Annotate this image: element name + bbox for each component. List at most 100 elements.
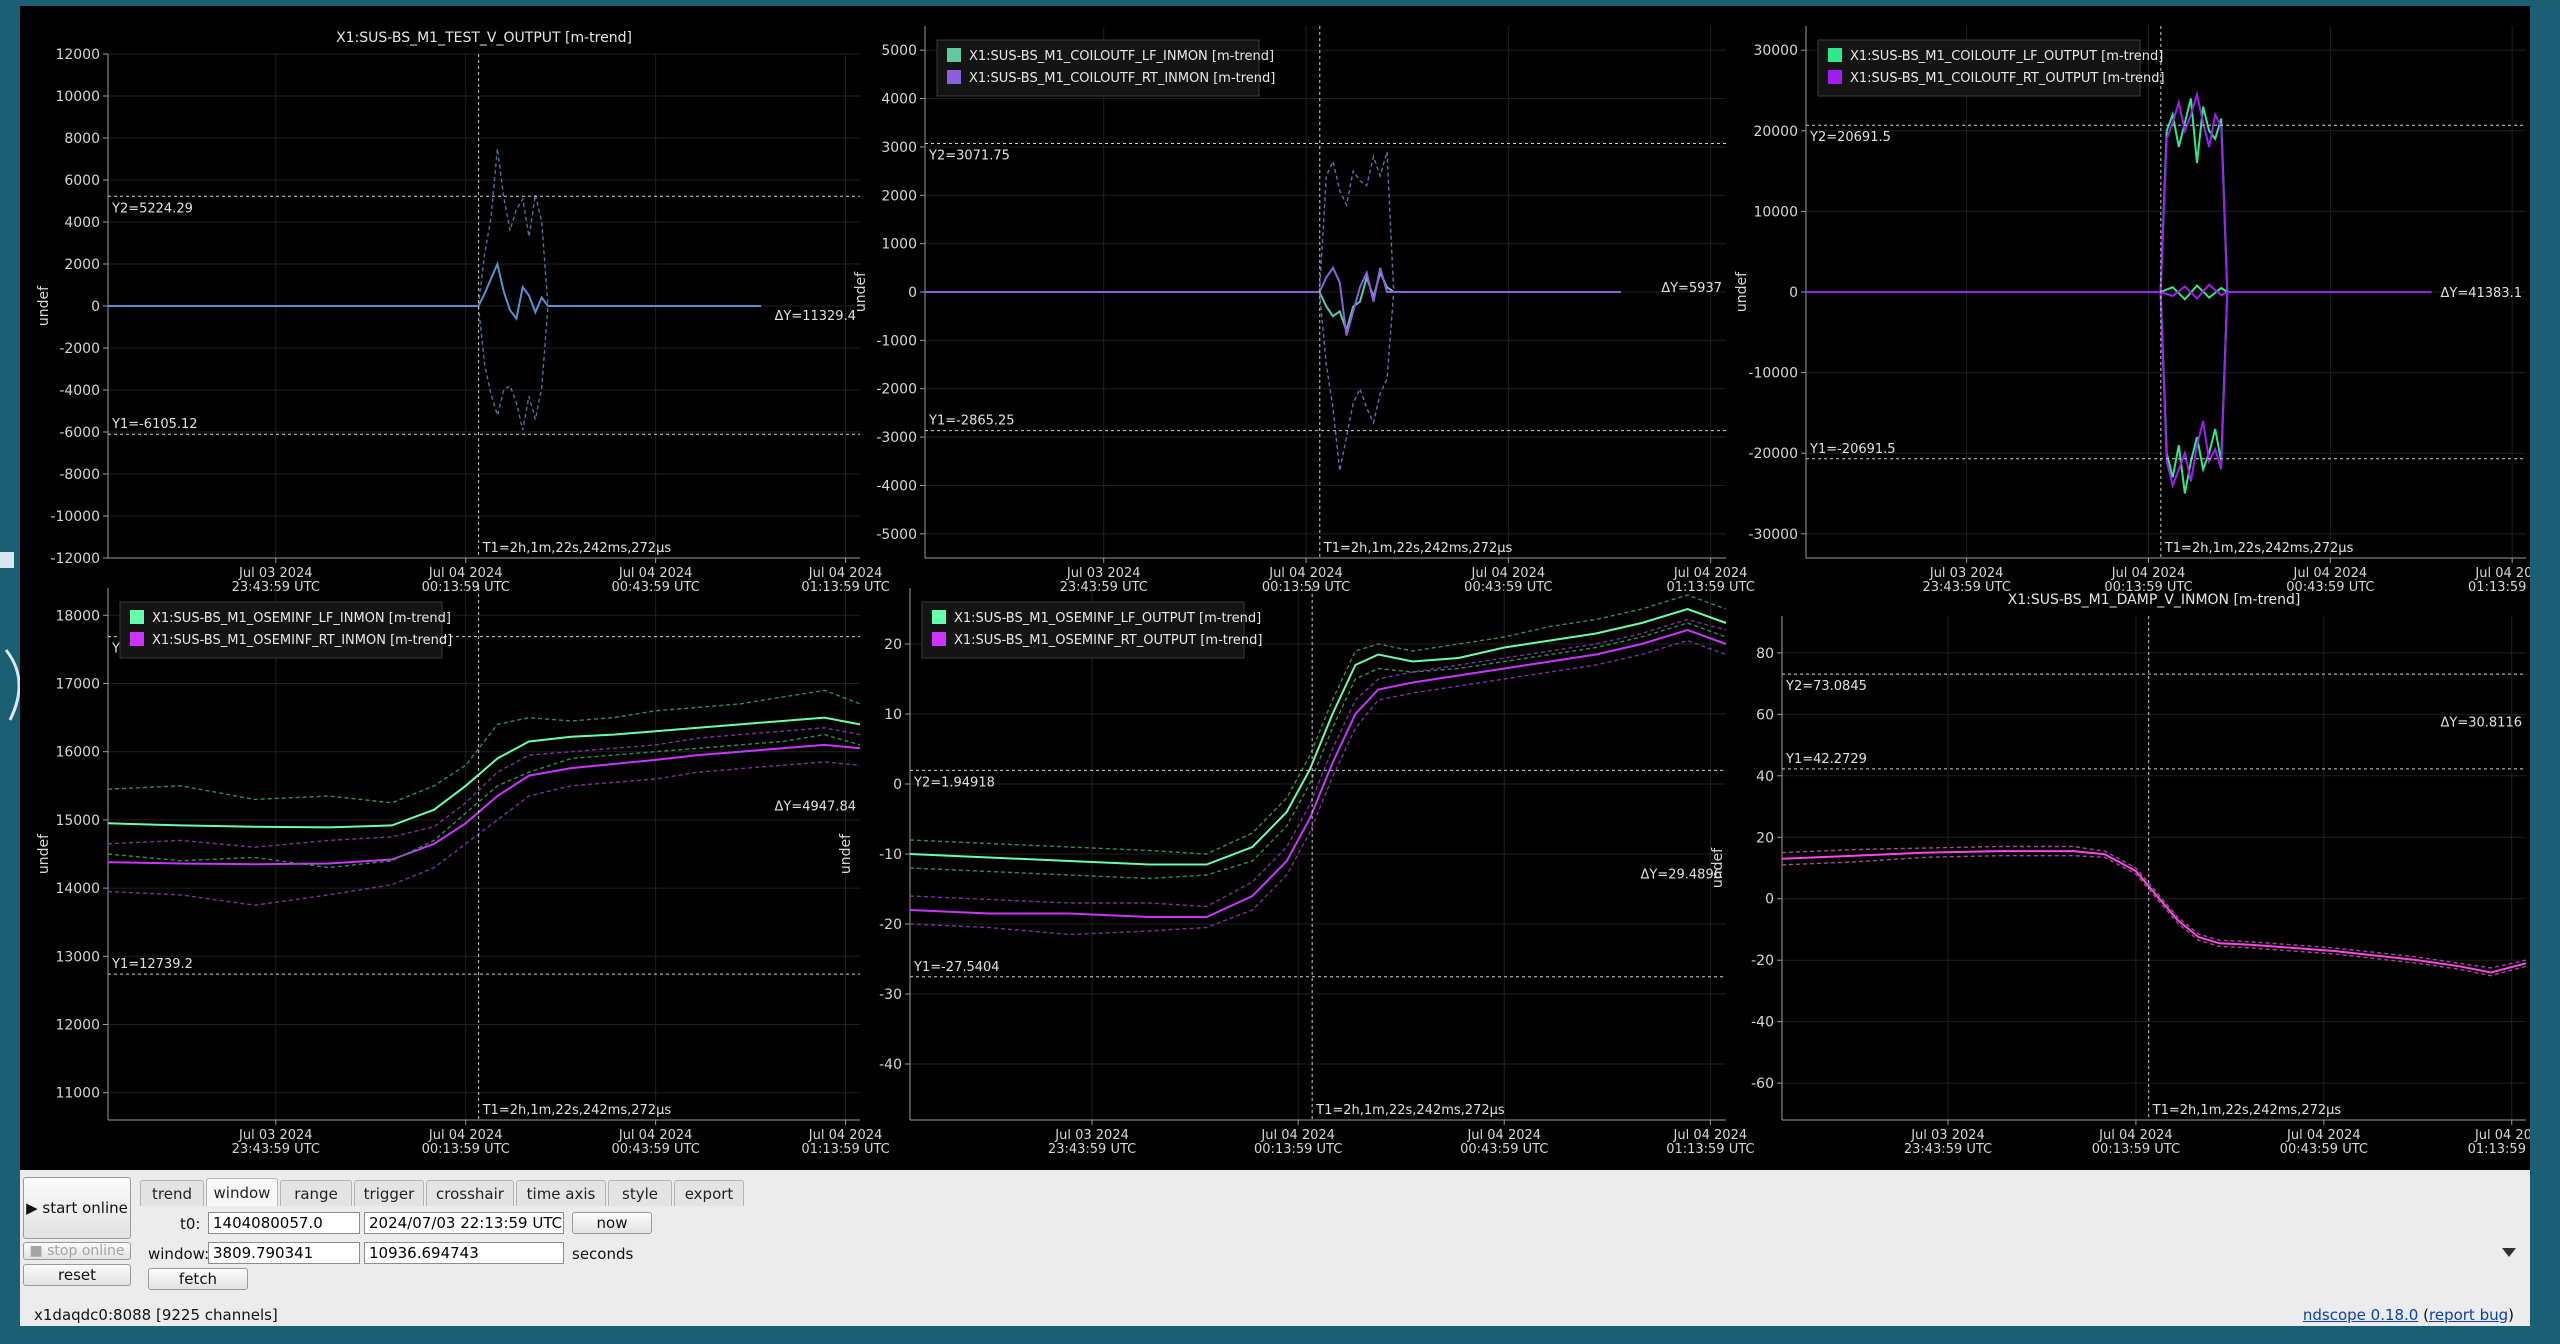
y-tick-label: 10	[884, 707, 902, 723]
y-tick-label: 18000	[55, 608, 100, 624]
y-axis-label: undef	[1710, 847, 1726, 888]
y-tick-label: -40	[1751, 1015, 1774, 1031]
desktop-decoration	[4, 649, 21, 721]
x-tick-label: 00:43:59 UTC	[612, 1142, 700, 1157]
y-axis-label: undef	[36, 285, 52, 326]
tab-window[interactable]: window	[206, 1178, 278, 1206]
series-group	[108, 689, 860, 906]
plot-4: 11000 12000 13000 14000 15000 16000 17000 18000…	[36, 588, 890, 1157]
legend-swatch	[947, 48, 961, 62]
x-tick-label: Jul 04 2024	[428, 566, 503, 581]
window-end-input[interactable]: 10936.694743	[364, 1242, 564, 1264]
t0-utc-input[interactable]: 2024/07/03 22:13:59 UTC	[364, 1212, 564, 1234]
x-tick-label: Jul 04 2024	[2474, 566, 2530, 581]
legend-entry: X1:SUS-BS_M1_OSEMINF_LF_INMON [m-trend]	[152, 611, 451, 626]
start-online-button[interactable]: ▶ start online	[23, 1177, 131, 1239]
x-tick-label: Jul 04 2024	[618, 566, 693, 581]
cursor-y1-label: Y1=42.2729	[1785, 752, 1867, 767]
y-tick-label: -6000	[59, 425, 100, 441]
x-tick-label: Jul 03 2024	[1929, 566, 2004, 581]
y-tick-label: 20000	[1753, 124, 1798, 140]
plot-5: -40 -30 -20 -10 0 10 20 Jul 03 202423:43:59 UTC…	[838, 588, 1754, 1157]
reset-button[interactable]: reset	[23, 1264, 131, 1286]
y-axis-label: undef	[853, 271, 869, 312]
series-line	[1782, 855, 2526, 977]
t0-label: t0:	[180, 1215, 201, 1233]
window-start-input[interactable]: 3809.790341	[208, 1242, 360, 1264]
cursor-y2-label: Y2=73.0845	[1785, 679, 1867, 694]
legend-entry: X1:SUS-BS_M1_COILOUTF_RT_INMON [m-trend]	[969, 71, 1275, 86]
x-tick-label: Jul 04 2024	[428, 1128, 503, 1143]
window-label: window:	[148, 1245, 210, 1263]
delta-y-label: ΔY=41383.1	[2441, 286, 2523, 301]
delta-y-label: ΔY=11329.4	[775, 309, 857, 324]
stop-online-button[interactable]: ■ stop online	[23, 1242, 131, 1260]
x-tick-label: 23:43:59 UTC	[1904, 1142, 1992, 1157]
tab-crosshair[interactable]: crosshair	[426, 1180, 514, 1206]
series-group	[108, 148, 762, 431]
status-text: x1daqdc0:8088 [9225 channels]	[34, 1306, 278, 1324]
tab-style[interactable]: style	[608, 1180, 672, 1206]
x-tick-label: 00:43:59 UTC	[1464, 580, 1552, 595]
x-tick-label: Jul 03 2024	[1066, 566, 1141, 581]
now-button[interactable]: now	[572, 1212, 652, 1234]
y-tick-label: 12000	[55, 1018, 100, 1034]
cursor-y1-label: Y1=-27.5404	[913, 960, 1000, 975]
y-tick-label: -5000	[876, 527, 917, 543]
delta-y-label: ΔY=5937	[1661, 281, 1722, 296]
y-tick-label: -20	[879, 917, 902, 933]
series-line	[1806, 90, 2432, 293]
legend: X1:SUS-BS_M1_OSEMINF_LF_INMON [m-trend] X…	[119, 601, 452, 659]
legend-swatch	[130, 610, 144, 624]
series-group	[1806, 90, 2432, 494]
tab-time-axis[interactable]: time axis	[516, 1180, 606, 1206]
y-tick-label: 4000	[881, 92, 917, 108]
tab-trend[interactable]: trend	[140, 1180, 204, 1206]
cursor-t1-label: T1=2h,1m,22s,242ms,272µs	[2164, 541, 2354, 556]
y-tick-label: -20	[1751, 953, 1774, 969]
cursor-y1-label: Y1=-2865.25	[928, 414, 1015, 429]
x-tick-label: 00:43:59 UTC	[1460, 1142, 1548, 1157]
y-tick-label: -2000	[876, 382, 917, 398]
y-tick-label: -10	[879, 847, 902, 863]
legend-swatch	[1828, 70, 1842, 84]
legend-entry: X1:SUS-BS_M1_COILOUTF_LF_INMON [m-trend]	[969, 49, 1274, 64]
legend-swatch	[1828, 48, 1842, 62]
tab-trigger[interactable]: trigger	[354, 1180, 424, 1206]
chart-title: X1:SUS-BS_M1_DAMP_V_INMON [m-trend]	[2008, 592, 2301, 608]
y-tick-label: -4000	[59, 383, 100, 399]
paren-close: )	[2508, 1306, 2514, 1324]
y-tick-label: 30000	[1753, 43, 1798, 59]
cursor-t1-label: T1=2h,1m,22s,242ms,272µs	[482, 541, 672, 556]
chart-title: X1:SUS-BS_M1_TEST_V_OUTPUT [m-trend]	[336, 30, 632, 46]
y-tick-label: -2000	[59, 341, 100, 357]
fetch-button[interactable]: fetch	[148, 1268, 248, 1290]
tab-range[interactable]: range	[280, 1180, 352, 1206]
x-tick-label: Jul 04 2024	[1471, 566, 1546, 581]
cursor-y1-label: Y1=-6105.12	[111, 417, 198, 432]
x-tick-label: 00:13:59 UTC	[422, 1142, 510, 1157]
x-tick-label: Jul 04 2024	[2286, 1128, 2361, 1143]
y-tick-label: 0	[1765, 892, 1774, 908]
report-bug-link[interactable]: report bug	[2429, 1306, 2508, 1324]
y-tick-label: 4000	[64, 215, 100, 231]
t0-gps-input[interactable]: 1404080057.0	[208, 1212, 360, 1234]
plot-3: -30000 -20000 -10000 0 10000 20000 30000 Jul 03…	[1734, 26, 2530, 595]
x-tick-label: Jul 04 2024	[618, 1128, 693, 1143]
x-tick-label: Jul 04 2024	[2098, 1128, 2173, 1143]
x-tick-label: Jul 04 2024	[808, 1128, 883, 1143]
x-tick-label: 01:13:59 UTC	[2468, 1142, 2530, 1157]
legend-swatch	[947, 70, 961, 84]
legend: X1:SUS-BS_M1_COILOUTF_LF_INMON [m-trend]…	[936, 39, 1275, 97]
y-tick-label: 1000	[881, 237, 917, 253]
y-tick-label: 8000	[64, 131, 100, 147]
y-tick-label: -3000	[876, 430, 917, 446]
y-tick-label: 6000	[64, 173, 100, 189]
y-tick-label: 10000	[1753, 204, 1798, 220]
x-tick-label: 23:43:59 UTC	[1048, 1142, 1136, 1157]
x-tick-label: Jul 04 2024	[808, 566, 883, 581]
x-tick-label: Jul 04 2024	[1466, 1128, 1541, 1143]
version-link[interactable]: ndscope 0.18.0	[2303, 1306, 2419, 1324]
triangle-down-icon[interactable]	[2502, 1248, 2516, 1257]
tab-export[interactable]: export	[674, 1180, 744, 1206]
